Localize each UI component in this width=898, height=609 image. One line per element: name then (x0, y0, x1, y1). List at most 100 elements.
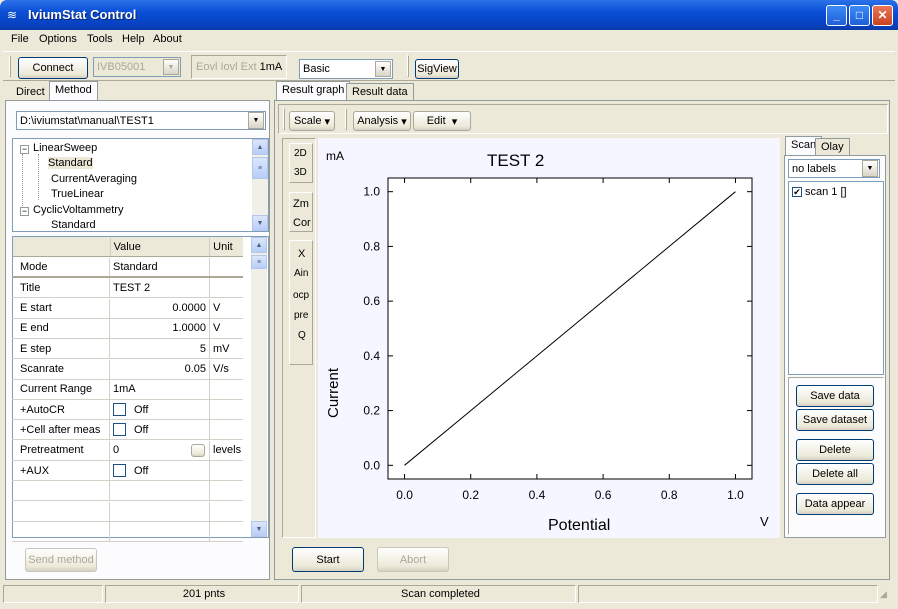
delete-button[interactable]: Delete (796, 439, 874, 461)
menu-tools[interactable]: Tools (87, 33, 113, 45)
labels-select[interactable]: no labels ▼ (788, 159, 880, 178)
device-select[interactable]: IVB05001 ▼ (93, 57, 181, 77)
q-signal-button[interactable]: Q (298, 330, 306, 341)
tree-item-linearsweep[interactable]: LinearSweep (33, 142, 97, 154)
tab-direct[interactable]: Direct (10, 83, 51, 101)
menu-about[interactable]: About (153, 33, 182, 45)
resize-grip-icon[interactable]: ◢ (880, 589, 887, 600)
param-value[interactable]: TEST 2 (110, 278, 210, 298)
table-row[interactable]: +AUX Off (12, 461, 243, 481)
mode-select[interactable]: Basic ▼ (299, 59, 393, 79)
checkbox-checked-icon[interactable]: ✔ (792, 187, 802, 197)
param-value[interactable]: 5 (110, 339, 210, 359)
param-value[interactable] (110, 521, 210, 541)
method-path-select[interactable]: D:\iviumstat\manual\TEST1 ▼ (16, 111, 266, 130)
ain-signal-button[interactable]: Ain (294, 268, 308, 279)
tree-item-currentaveraging[interactable]: CurrentAveraging (51, 173, 137, 185)
zoom-button[interactable]: Zm (293, 198, 309, 210)
param-value[interactable]: 0.0000 (110, 298, 210, 318)
table-row[interactable]: Scanrate 0.05 V/s (12, 359, 243, 380)
param-value[interactable]: 1mA (110, 379, 210, 399)
param-value[interactable] (110, 481, 210, 501)
table-row[interactable] (12, 501, 243, 522)
param-value[interactable]: 1.0000 (110, 318, 210, 338)
tab-method[interactable]: Method (49, 81, 98, 101)
title-bar[interactable]: ≋ IviumStat Control _ □ ✕ (0, 0, 898, 30)
ocp-signal-button[interactable]: ocp (293, 290, 309, 301)
scroll-up-icon[interactable]: ▲ (252, 139, 268, 155)
range-label: Eovl Iovl Ext (196, 61, 257, 73)
main-toolbar: Connect IVB05001 ▼ Eovl Iovl Ext 1mA Bas… (3, 51, 895, 81)
tab-result-graph[interactable]: Result graph (276, 81, 351, 101)
status-points-text: 201 pnts (182, 588, 226, 600)
table-row[interactable]: +AutoCR Off (12, 400, 243, 421)
collapse-icon[interactable]: − (20, 207, 29, 216)
cor-button[interactable]: Cor (293, 217, 311, 229)
checkbox[interactable] (113, 403, 126, 417)
view-2d-button[interactable]: 2D (294, 148, 307, 159)
x-signal-button[interactable]: X (298, 248, 305, 260)
tree-item-truelinear[interactable]: TrueLinear (51, 188, 104, 200)
edit-dropdown[interactable]: Edit ▾ (413, 111, 471, 131)
scroll-down-icon[interactable]: ▼ (251, 521, 267, 537)
table-row[interactable]: Current Range 1mA (12, 379, 243, 400)
minimize-button[interactable]: _ (826, 5, 847, 26)
param-unit: mV (213, 342, 230, 355)
scroll-up-icon[interactable]: ▲ (251, 237, 267, 253)
tab-result-data[interactable]: Result data (346, 83, 414, 101)
result-chart[interactable]: TEST 2 mA V Potential Current 0.0 0.2 0.4 0… (318, 138, 780, 538)
table-row[interactable]: Title TEST 2 (12, 278, 243, 299)
checkbox[interactable] (113, 464, 126, 477)
send-method-button[interactable]: Send method (25, 548, 97, 572)
maximize-button[interactable]: □ (849, 5, 870, 26)
menu-options[interactable]: Options (39, 33, 77, 45)
grid-scrollbar[interactable]: ▲ ≡ ▼ (251, 237, 267, 537)
save-data-button[interactable]: Save data (796, 385, 874, 407)
tree-item-standard[interactable]: Standard (51, 219, 96, 231)
save-dataset-button[interactable]: Save dataset (796, 409, 874, 431)
param-value[interactable] (110, 501, 210, 521)
param-name: E step (12, 339, 110, 359)
view-3d-button[interactable]: 3D (294, 167, 307, 178)
pre-signal-button[interactable]: pre (294, 310, 308, 321)
tree-item-cyclicvoltammetry[interactable]: CyclicVoltammetry (33, 204, 123, 216)
abort-button[interactable]: Abort (377, 547, 449, 572)
scroll-down-icon[interactable]: ▼ (252, 215, 268, 231)
tree-scrollbar[interactable]: ▲ ≡ ▼ (252, 139, 268, 231)
collapse-icon[interactable]: − (20, 145, 29, 154)
table-row[interactable]: Mode Standard (12, 258, 243, 278)
table-row[interactable]: E step 5 mV (12, 339, 243, 360)
tab-olay[interactable]: Olay (815, 138, 850, 156)
status-panel-empty (578, 585, 878, 603)
connect-button[interactable]: Connect (18, 57, 88, 79)
tree-item-standard-selected[interactable]: Standard (48, 157, 93, 169)
table-row[interactable]: +Cell after meas Off (12, 420, 243, 441)
param-value[interactable]: Off (110, 420, 210, 440)
table-row[interactable] (12, 521, 243, 542)
sigview-button[interactable]: SigView (415, 59, 459, 79)
analysis-dropdown[interactable]: Analysis ▾ (353, 111, 411, 131)
param-value[interactable]: Standard (110, 258, 210, 276)
param-value[interactable]: Off (110, 461, 210, 480)
menu-help[interactable]: Help (122, 33, 145, 45)
table-row[interactable]: E end 1.0000 V (12, 318, 243, 339)
close-button[interactable]: ✕ (872, 5, 893, 26)
table-row[interactable]: E start 0.0000 V (12, 298, 243, 319)
scale-dropdown[interactable]: Scale ▾ (289, 111, 335, 131)
menu-file[interactable]: File (11, 33, 29, 45)
param-value[interactable]: 0.05 (110, 359, 210, 379)
param-value[interactable]: 0 (110, 440, 210, 460)
scroll-thumb[interactable]: ≡ (251, 255, 267, 269)
menu-bar: File Options Tools Help About (3, 30, 895, 50)
data-appear-button[interactable]: Data appear (796, 493, 874, 515)
start-button[interactable]: Start (292, 547, 364, 572)
param-value[interactable]: Off (110, 400, 210, 420)
param-unit (210, 502, 243, 521)
pretreatment-edit-button[interactable] (191, 443, 205, 457)
scroll-thumb[interactable]: ≡ (252, 157, 268, 179)
table-row[interactable]: Pretreatment 0 levels (12, 440, 243, 461)
scan-list-item[interactable]: ✔ scan 1 [] (792, 186, 847, 198)
delete-all-button[interactable]: Delete all (796, 463, 874, 485)
checkbox[interactable] (113, 423, 126, 437)
table-row[interactable] (12, 481, 243, 502)
